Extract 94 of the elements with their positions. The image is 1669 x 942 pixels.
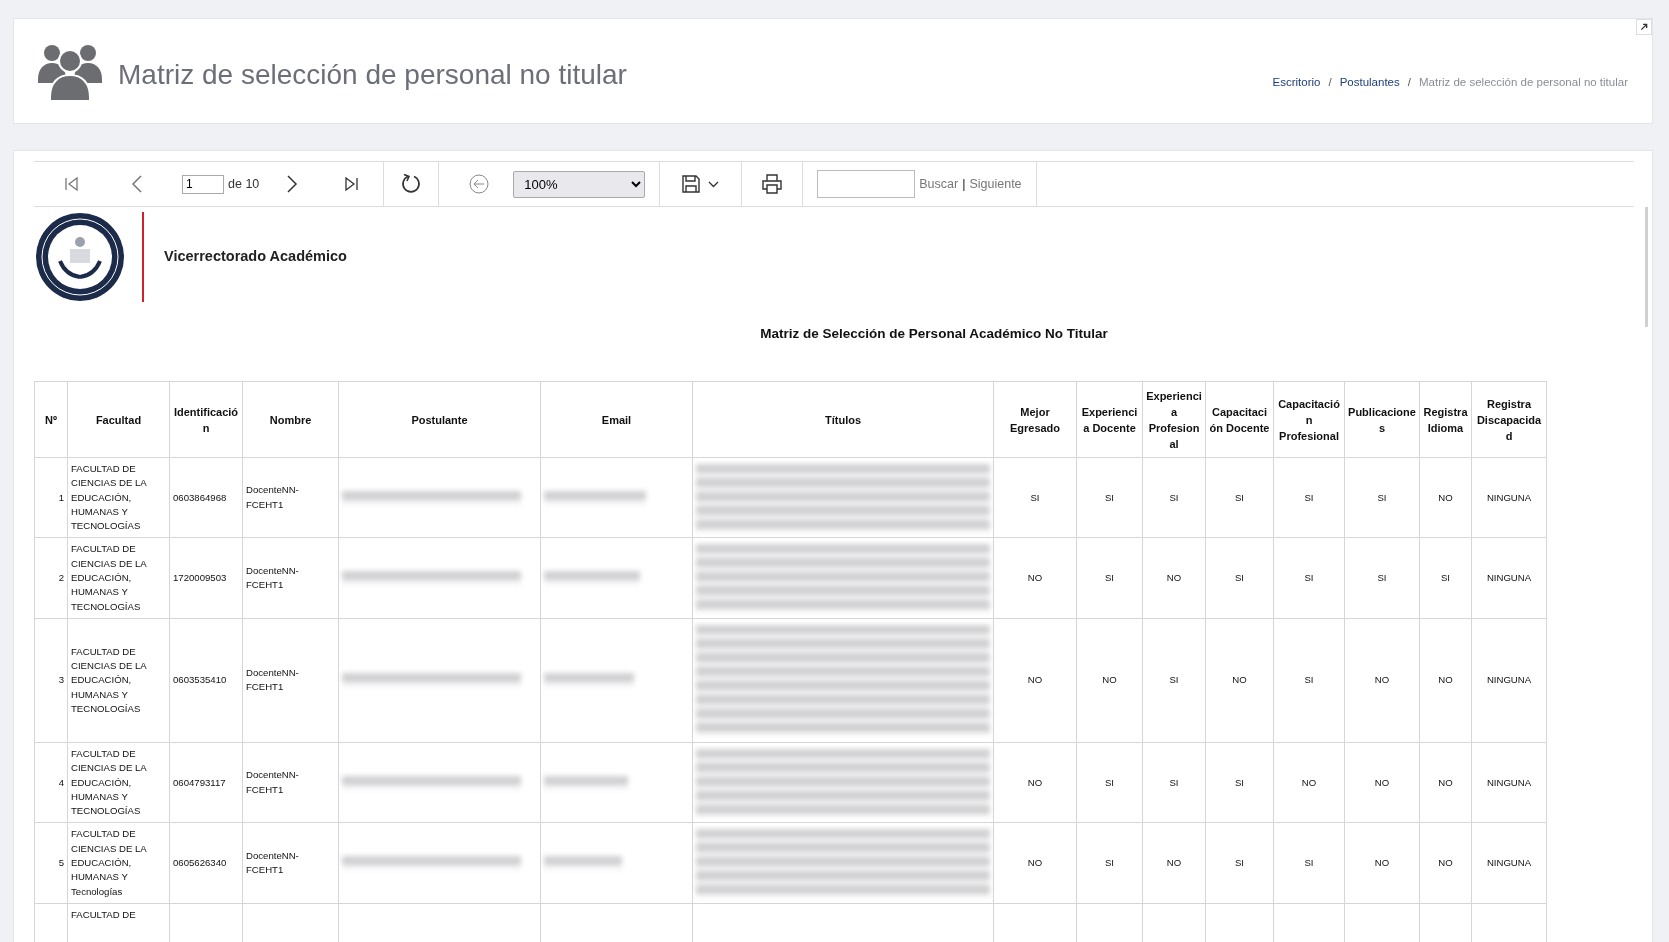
table-cell: NO	[1166, 572, 1182, 584]
table-cell: NO	[1027, 776, 1043, 788]
table-cell: NO	[1301, 776, 1317, 788]
table-cell: NO	[1374, 857, 1390, 869]
report-title: Matriz de Selección de Personal Académico No Titular	[760, 326, 1108, 341]
column-header: Registra Idioma	[1419, 381, 1472, 458]
table-cell: DocenteNN-FCEHT1	[246, 484, 299, 510]
table-cell: NO	[1232, 674, 1247, 686]
table-cell: SI	[1234, 572, 1245, 584]
table-cell: FACULTAD DE CIENCIAS DE LA EDUCACIÓN, HUMANAS Y Tecnologías	[71, 828, 147, 897]
table-cell: SI	[1304, 572, 1314, 584]
table-cell: NINGUNA	[1486, 776, 1532, 788]
zoom-select[interactable]: 100%	[513, 170, 646, 198]
table-cell: NO	[1438, 674, 1453, 686]
table-cell: SI	[1169, 674, 1179, 686]
breadcrumb-current: Matriz de selección de personal no titular	[1418, 75, 1628, 91]
table-cell: NO	[1166, 857, 1182, 869]
find-link[interactable]: Buscar	[919, 174, 959, 194]
table-cell: SI	[1030, 491, 1040, 503]
column-header: Publicaciones	[1344, 381, 1420, 458]
back-icon[interactable]	[467, 172, 492, 196]
table-cell: FACULTAD DE CIENCIAS DE LA EDUCACIÓN, HUMANAS Y TECNOLOGÍAS	[71, 543, 147, 612]
table-cell: SI	[1304, 674, 1314, 686]
table-cell: DocenteNN-FCEHT1	[246, 564, 299, 591]
table-cell: SI	[1104, 857, 1115, 869]
table-cell: NINGUNA	[1486, 857, 1532, 869]
breadcrumb-separator: /	[1407, 75, 1411, 91]
table-cell: FACULTAD DE CIENCIAS DE LA EDUCACIÓN, HUMANAS Y TECNOLOGÍAS	[71, 645, 147, 714]
column-header: Capacitación Docente	[1205, 381, 1274, 458]
table-cell: SI	[1234, 857, 1245, 869]
page-number-field[interactable]: 1	[182, 174, 224, 194]
table-cell: NO	[1438, 857, 1453, 869]
column-header: Email	[540, 381, 693, 458]
table-cell: FACULTAD DE	[71, 908, 136, 920]
table-cell: NO	[1027, 572, 1043, 584]
table-cell: NO	[1438, 776, 1453, 788]
table-cell: SI	[1440, 572, 1451, 584]
search-field[interactable]	[817, 170, 916, 198]
table-cell: FACULTAD DE CIENCIAS DE LA EDUCACIÓN, HUMANAS Y TECNOLOGÍAS	[71, 463, 147, 532]
unit-title: Vicerrectorado Académico	[164, 247, 347, 267]
column-header: Experiencia Docente	[1076, 381, 1143, 458]
table-cell: 0603535410	[173, 674, 227, 686]
expand-icon[interactable]	[1636, 19, 1652, 35]
column-header: Nombre	[242, 381, 339, 458]
table-cell: SI	[1169, 776, 1179, 788]
column-header: Identificación	[169, 381, 243, 458]
print-icon[interactable]	[760, 172, 785, 196]
table-cell: NO	[1027, 857, 1043, 869]
table-cell: NO	[1374, 776, 1390, 788]
row-number: 3	[58, 674, 64, 686]
table-cell: NO	[1438, 491, 1453, 503]
separator-text: |	[962, 175, 966, 193]
table-cell: FACULTAD DE CIENCIAS DE LA EDUCACIÓN, HUMANAS Y TECNOLOGÍAS	[71, 747, 147, 817]
table-cell: NO	[1027, 674, 1043, 686]
column-header: Nº	[34, 381, 68, 458]
table-cell: SI	[1104, 491, 1115, 503]
table-cell: DocenteNN-FCEHT1	[246, 667, 299, 693]
table-cell: SI	[1104, 776, 1115, 788]
table-cell: SI	[1304, 491, 1314, 503]
column-header: Facultad	[67, 381, 170, 458]
table-cell: NINGUNA	[1486, 491, 1532, 503]
row-number: 5	[58, 857, 64, 869]
table-cell: SI	[1234, 776, 1245, 788]
breadcrumb-link[interactable]: Postulantes	[1339, 74, 1400, 92]
find-next-link[interactable]: Siguiente	[969, 174, 1022, 194]
breadcrumb-separator: /	[1328, 75, 1332, 91]
table-cell: SI	[1304, 857, 1314, 869]
table-cell: NINGUNA	[1486, 674, 1532, 686]
table-cell: SI	[1104, 572, 1115, 584]
breadcrumb-link[interactable]: Escritorio	[1272, 74, 1321, 92]
table-cell: SI	[1377, 572, 1387, 584]
table-cell: 0605626340	[173, 857, 227, 869]
table-cell: 0603864968	[173, 491, 227, 503]
row-number: 4	[58, 776, 64, 788]
page-title: Matriz de selección de personal no titular	[118, 58, 627, 92]
column-header: Mejor Egresado	[993, 381, 1077, 458]
row-number: 2	[58, 572, 64, 584]
table-cell: DocenteNN-FCEHT1	[246, 849, 299, 876]
column-header: Experiencia Profesional	[1142, 381, 1206, 458]
column-header: Postulante	[338, 381, 541, 458]
table-cell: NO	[1374, 674, 1390, 686]
table-cell: NINGUNA	[1486, 572, 1532, 584]
table-cell: 0604793117	[173, 776, 226, 788]
page-count: de 10	[228, 175, 260, 193]
table-cell: SI	[1169, 491, 1179, 503]
column-header: Registra Discapacidad	[1471, 381, 1547, 458]
table-cell: NO	[1102, 674, 1117, 686]
column-header: Títulos	[692, 381, 994, 458]
table-cell: 1720009503	[173, 572, 227, 584]
column-header: Capacitación Profesional	[1273, 381, 1345, 458]
row-number: 1	[58, 491, 64, 503]
table-cell: SI	[1234, 491, 1245, 503]
table-cell: DocenteNN-FCEHT1	[246, 769, 299, 795]
table-cell: SI	[1377, 491, 1387, 503]
